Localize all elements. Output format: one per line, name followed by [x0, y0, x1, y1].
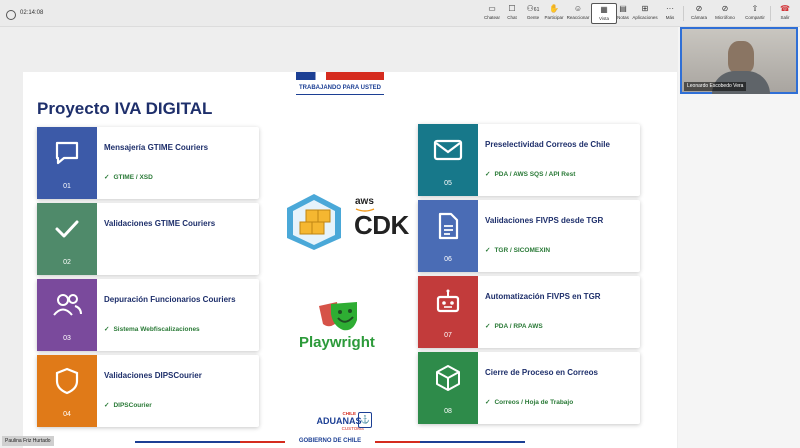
- aws-label: aws: [355, 196, 374, 207]
- check-icon: ✓: [104, 402, 110, 409]
- card-subtitle: ✓ DIPSCourier: [104, 402, 152, 409]
- share-icon: ⇧: [751, 4, 759, 13]
- participant-video-name: Leonardo Escobedo Vera: [684, 82, 747, 91]
- card-title: Cierre de Proceso en Correos: [485, 368, 598, 377]
- mic-off-icon: ⊘: [721, 4, 729, 13]
- card-number: 01: [63, 183, 71, 190]
- self-name-label: Paulina Friz Hurtado: [2, 436, 54, 446]
- more-icon: ···: [666, 4, 674, 13]
- message-icon: [37, 135, 97, 171]
- card-title: Validaciones GTIME Couriers: [104, 219, 216, 228]
- header-tagline: TRABAJANDO PARA USTED: [296, 85, 384, 95]
- check-icon: ✓: [485, 247, 491, 254]
- people-icon: ⚇: [526, 4, 534, 13]
- microphone-button[interactable]: ⊘ Micrófono: [712, 3, 738, 24]
- participant-video-tile[interactable]: Leonardo Escobedo Vera: [680, 27, 798, 94]
- cdk-label: CDK: [354, 210, 409, 240]
- feature-card: 04 Validaciones DIPSCourier ✓ DIPSCourier: [37, 355, 259, 427]
- feature-card: 06 Validaciones FIVPS desde TGR ✓ TGR / SIC…: [418, 200, 640, 272]
- card-number: 08: [444, 408, 452, 415]
- gobierno-label: GOBIERNO DE CHILE: [298, 438, 362, 444]
- card-title: Validaciones FIVPS desde TGR: [485, 216, 604, 225]
- playwright-label: Playwright: [299, 334, 375, 351]
- slide-title: Proyecto IVA DIGITAL: [37, 99, 213, 118]
- shield-icon: [37, 363, 97, 399]
- card-number: 06: [444, 256, 452, 263]
- aduanas-seal-icon: ⚓: [358, 412, 372, 428]
- apps-icon: ⊞: [641, 4, 649, 13]
- check-icon: ✓: [104, 326, 110, 333]
- toolbar-divider: [683, 6, 684, 21]
- raise-hand-button[interactable]: ✋ Participar: [541, 3, 567, 24]
- people-count-badge: 61: [533, 7, 540, 13]
- leave-button[interactable]: ☎ Salir: [772, 3, 798, 24]
- raise-hand-icon: ✋: [549, 4, 559, 13]
- card-subtitle: ✓ PDA / RPA AWS: [485, 323, 543, 330]
- meeting-timer: 02:14:08: [20, 10, 44, 16]
- leave-icon: ☎: [780, 4, 790, 13]
- feature-card: 05 Preselectividad Correos de Chile ✓ PDA /…: [418, 124, 640, 196]
- share-button[interactable]: ⇧ Compartir: [742, 3, 768, 24]
- react-button[interactable]: ☺ Reaccionar: [565, 3, 591, 24]
- card-subtitle: ✓ Sistema Webfiscalizaciones: [104, 326, 200, 333]
- feature-card: 07 Automatización FIVPS en TGR ✓ PDA / RPA …: [418, 276, 640, 348]
- card-title: Automatización FIVPS en TGR: [485, 292, 601, 301]
- camera-button[interactable]: ⊘ Cámara: [686, 3, 712, 24]
- card-subtitle: ✓ PDA / AWS SQS / API Rest: [485, 171, 576, 178]
- card-number: 03: [63, 335, 71, 342]
- toolbar-divider: [770, 6, 771, 21]
- box-icon: [418, 360, 478, 396]
- card-title: Preselectividad Correos de Chile: [485, 140, 610, 149]
- gobierno-footer: GOBIERNO DE CHILE: [135, 438, 525, 444]
- emoji-icon: ☺: [573, 4, 583, 13]
- camera-off-icon: ⊘: [695, 4, 703, 13]
- mail-icon: [418, 132, 478, 168]
- feature-card: 02 Validaciones GTIME Couriers: [37, 203, 259, 275]
- apps-button[interactable]: ⊞ Aplicaciones: [632, 3, 658, 24]
- participant-face: [728, 41, 754, 73]
- card-subtitle: ✓ TGR / SICOMEXIN: [485, 247, 551, 254]
- card-subtitle: ✓ Correos / Hoja de Trabajo: [485, 399, 574, 406]
- feature-card: 08 Cierre de Proceso en Correos ✓ Correos /…: [418, 352, 640, 424]
- card-number: 04: [63, 411, 71, 418]
- check-icon: ✓: [485, 171, 491, 178]
- robot-icon: [418, 284, 478, 320]
- card-title: Depuración Funcionarios Couriers: [104, 295, 236, 304]
- card-title: Mensajería GTIME Couriers: [104, 143, 209, 152]
- card-number: 05: [444, 180, 452, 187]
- check-icon: ✓: [104, 174, 110, 181]
- card-title: Validaciones DIPSCourier: [104, 371, 202, 380]
- shared-screen-stage: TRABAJANDO PARA USTED Proyecto IVA DIGIT…: [0, 27, 678, 448]
- meeting-toolbar: 02:14:08 ▭ Chatear ☐ Chat ⚇61 Gente ✋ Partic…: [0, 0, 800, 27]
- more-button[interactable]: ··· Más: [657, 3, 683, 24]
- card-subtitle: ✓ GTIME / XSD: [104, 174, 153, 181]
- chile-flag-stripe: [296, 72, 384, 80]
- card-number: 02: [63, 259, 71, 266]
- recording-icon: [6, 10, 16, 20]
- card-number: 07: [444, 332, 452, 339]
- playwright-logo-icon: [319, 302, 357, 331]
- document-icon: [418, 208, 478, 244]
- feature-card: 03 Depuración Funcionarios Couriers ✓ Siste…: [37, 279, 259, 351]
- customs-label: CUSTOMS: [341, 426, 364, 431]
- presentation-slide: TRABAJANDO PARA USTED Proyecto IVA DIGIT…: [23, 72, 677, 448]
- aws-cdk-logo-icon: [287, 194, 341, 250]
- checkmark-icon: [37, 211, 97, 247]
- users-icon: [37, 287, 97, 323]
- feature-card: 01 Mensajería GTIME Couriers ✓ GTIME / XSD: [37, 127, 259, 199]
- check-icon: ✓: [485, 399, 491, 406]
- check-icon: ✓: [485, 323, 491, 330]
